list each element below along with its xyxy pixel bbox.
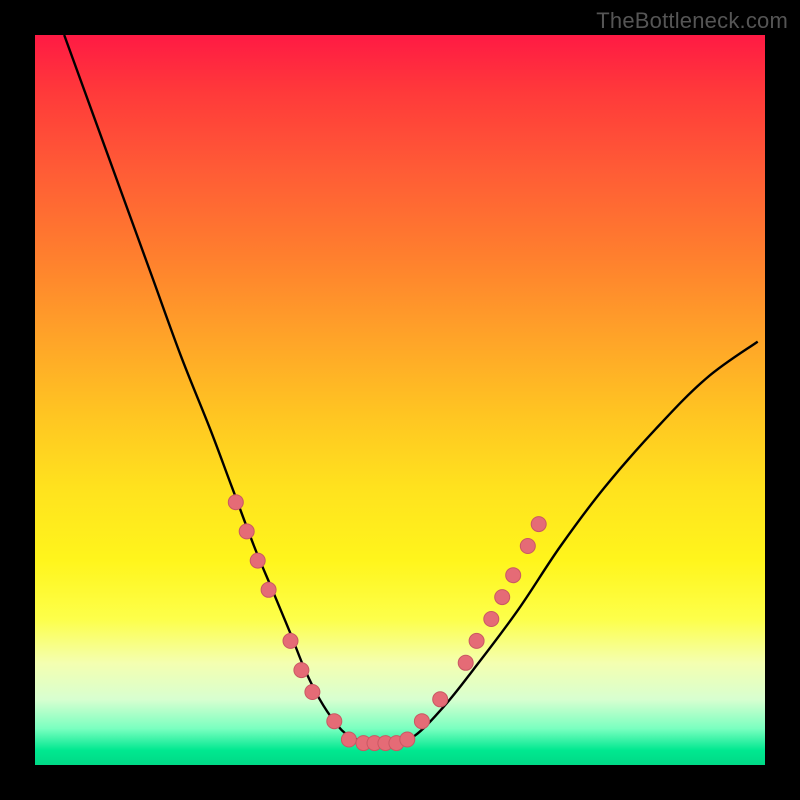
data-marker: [458, 655, 473, 670]
data-marker: [341, 732, 356, 747]
plot-area: [35, 35, 765, 765]
data-marker: [283, 633, 298, 648]
data-marker: [239, 524, 254, 539]
data-marker: [495, 590, 510, 605]
chart-frame: TheBottleneck.com: [0, 0, 800, 800]
data-marker: [520, 539, 535, 554]
data-marker: [228, 495, 243, 510]
marker-group: [228, 495, 546, 751]
watermark-text: TheBottleneck.com: [596, 8, 788, 34]
data-marker: [261, 582, 276, 597]
chart-svg: [35, 35, 765, 765]
data-marker: [305, 685, 320, 700]
data-marker: [484, 612, 499, 627]
data-marker: [433, 692, 448, 707]
data-marker: [400, 732, 415, 747]
data-marker: [294, 663, 309, 678]
data-marker: [469, 633, 484, 648]
data-marker: [506, 568, 521, 583]
bottleneck-curve: [64, 35, 758, 744]
data-marker: [531, 517, 546, 532]
data-marker: [414, 714, 429, 729]
data-marker: [327, 714, 342, 729]
data-marker: [250, 553, 265, 568]
